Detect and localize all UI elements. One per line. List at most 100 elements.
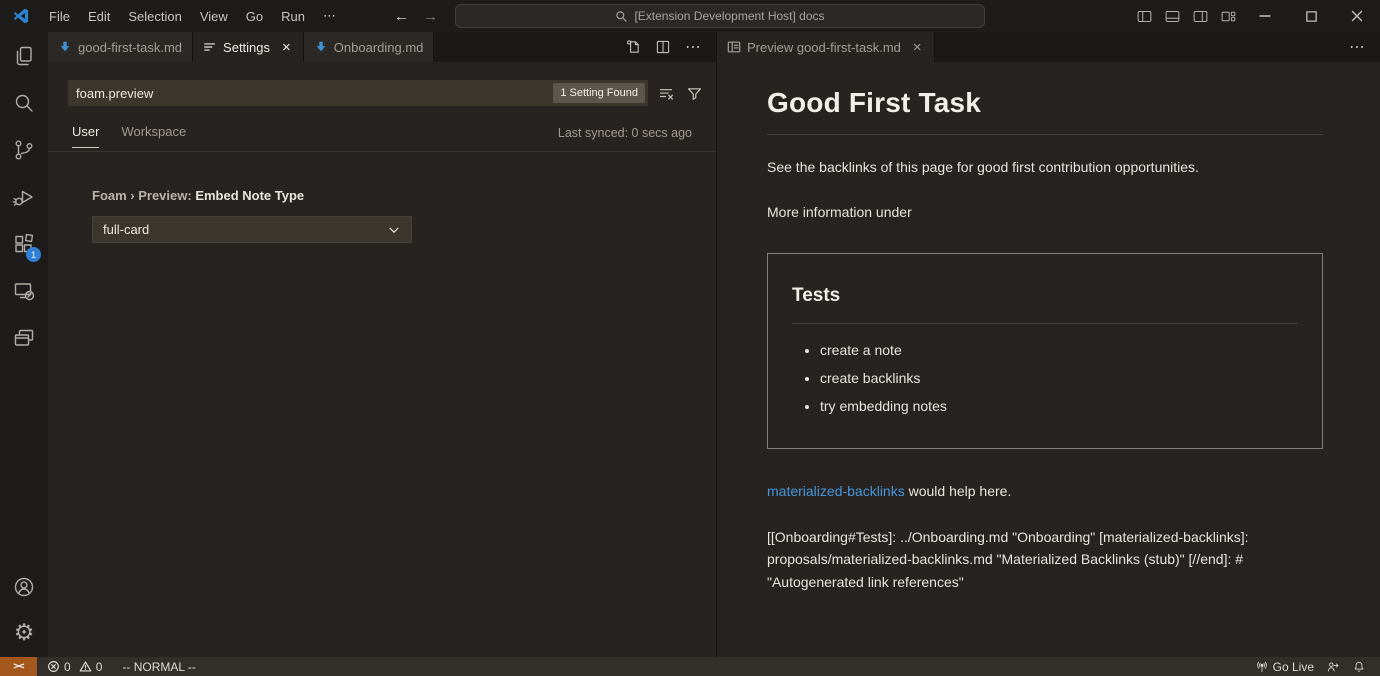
list-item: create backlinks <box>820 368 1298 389</box>
go-live-button[interactable]: Go Live <box>1249 657 1320 676</box>
menu-edit[interactable]: Edit <box>79 5 119 28</box>
backlink-paragraph: materialized-backlinks would help here. <box>767 481 1323 502</box>
tab-onboarding[interactable]: Onboarding.md <box>304 32 435 62</box>
materialized-backlinks-link[interactable]: materialized-backlinks <box>767 483 905 499</box>
vim-mode-label: -- NORMAL -- <box>122 660 196 674</box>
scope-tab-user[interactable]: User <box>72 124 99 148</box>
tab-bar-right: Preview good-first-task.md × ⋯ <box>717 32 1380 62</box>
title-divider <box>767 134 1323 135</box>
select-value: full-card <box>103 222 149 237</box>
toggle-panel-icon[interactable] <box>1158 0 1186 32</box>
preview-intro: See the backlinks of this page for good … <box>767 157 1323 178</box>
tab-label: Onboarding.md <box>334 40 424 55</box>
card-bullet-list: create a note create backlinks try embed… <box>792 340 1298 417</box>
minimize-button[interactable] <box>1242 0 1288 32</box>
error-icon <box>47 660 60 673</box>
vim-mode-indicator[interactable]: -- NORMAL -- <box>116 657 202 676</box>
tab-preview[interactable]: Preview good-first-task.md × <box>717 32 935 62</box>
scope-tab-workspace[interactable]: Workspace <box>121 124 186 147</box>
embed-note-type-select[interactable]: full-card <box>92 216 412 243</box>
list-item: try embedding notes <box>820 396 1298 417</box>
settings-search-input[interactable] <box>68 86 498 101</box>
setting-name: Embed Note Type <box>195 188 304 203</box>
activity-bar: 1 ⚙ <box>0 32 48 657</box>
more-actions-icon[interactable]: ⋯ <box>1349 37 1366 57</box>
source-control-icon[interactable] <box>0 126 48 173</box>
title-bar: File Edit Selection View Go Run ⋯ ← → [E… <box>0 0 1380 32</box>
go-live-label: Go Live <box>1273 660 1314 674</box>
tab-bar-left: good-first-task.md Settings × Onboarding… <box>48 32 716 62</box>
toggle-sidebar-icon[interactable] <box>1130 0 1158 32</box>
tab-good-first-task[interactable]: good-first-task.md <box>48 32 193 62</box>
split-editor-icon[interactable] <box>655 39 671 55</box>
editor-group-right: Preview good-first-task.md × ⋯ Good Firs… <box>716 32 1380 657</box>
list-item: create a note <box>820 340 1298 361</box>
error-count: 0 <box>64 660 71 674</box>
navigate-back-icon[interactable]: ← <box>394 8 409 25</box>
status-bar: >< 0 0 -- NORMAL -- Go Live <box>0 657 1380 676</box>
settings-scope-row: User Workspace Last synced: 0 secs ago <box>48 120 716 152</box>
last-synced-label: Last synced: 0 secs ago <box>558 126 692 146</box>
navigate-forward-icon[interactable]: → <box>423 8 438 25</box>
settings-count-badge: 1 Setting Found <box>553 83 645 103</box>
remote-indicator[interactable]: >< <box>0 657 37 676</box>
setting-category: Foam › Preview: <box>92 188 195 203</box>
close-tab-icon[interactable]: × <box>911 39 924 56</box>
search-icon <box>615 10 628 23</box>
extensions-badge: 1 <box>26 247 41 262</box>
problems-status[interactable]: 0 0 <box>41 657 108 676</box>
preview-more-info: More information under <box>767 202 1323 223</box>
menu-file[interactable]: File <box>40 5 79 28</box>
tab-settings[interactable]: Settings × <box>193 32 304 62</box>
editor-group-left: good-first-task.md Settings × Onboarding… <box>48 32 716 657</box>
menu-run[interactable]: Run <box>272 5 314 28</box>
command-center-search[interactable]: [Extension Development Host] docs <box>455 4 985 28</box>
remote-explorer-icon[interactable] <box>0 267 48 314</box>
setting-embed-note-type: Foam › Preview: Embed Note Type full-car… <box>92 188 716 243</box>
backlink-suffix: would help here. <box>905 483 1012 499</box>
close-button[interactable] <box>1334 0 1380 32</box>
maximize-button[interactable] <box>1288 0 1334 32</box>
markdown-file-icon <box>314 40 328 54</box>
live-share-button[interactable] <box>1320 657 1346 676</box>
live-share-icon <box>1326 660 1340 674</box>
menu-go[interactable]: Go <box>237 5 272 28</box>
menu-view[interactable]: View <box>191 5 237 28</box>
embedded-note-card: Tests create a note create backlinks try… <box>767 253 1323 449</box>
notifications-button[interactable] <box>1346 657 1372 676</box>
search-sidebar-icon[interactable] <box>0 79 48 126</box>
bell-icon <box>1352 660 1366 674</box>
settings-search-box[interactable]: 1 Setting Found <box>68 80 648 106</box>
settings-gear-icon[interactable]: ⚙ <box>0 610 48 657</box>
accounts-icon[interactable] <box>0 563 48 610</box>
markdown-preview: Good First Task See the backlinks of thi… <box>717 62 1380 657</box>
tab-label: Preview good-first-task.md <box>747 40 901 55</box>
explorer-icon[interactable] <box>0 32 48 79</box>
run-debug-icon[interactable] <box>0 173 48 220</box>
settings-editor: 1 Setting Found User Workspace Last sync… <box>48 62 716 657</box>
close-tab-icon[interactable]: × <box>280 39 293 56</box>
tab-label: Settings <box>223 40 270 55</box>
card-heading: Tests <box>792 282 1298 311</box>
filter-settings-icon[interactable] <box>684 83 704 103</box>
setting-label: Foam › Preview: Embed Note Type <box>92 188 716 203</box>
windows-stack-icon[interactable] <box>0 314 48 361</box>
tab-label: good-first-task.md <box>78 40 182 55</box>
vscode-logo-icon <box>12 7 30 25</box>
link-references-text: [[Onboarding#Tests]: ../Onboarding.md "O… <box>767 526 1323 595</box>
toggle-secondary-sidebar-icon[interactable] <box>1186 0 1214 32</box>
open-settings-json-icon[interactable] <box>625 39 641 55</box>
open-preview-icon <box>727 40 741 54</box>
broadcast-icon <box>1255 660 1269 674</box>
remote-icon: >< <box>13 661 23 672</box>
more-actions-icon[interactable]: ⋯ <box>685 37 702 57</box>
menu-selection[interactable]: Selection <box>119 5 190 28</box>
extensions-icon[interactable]: 1 <box>0 220 48 267</box>
preview-title: Good First Task <box>767 82 1323 124</box>
clear-settings-search-icon[interactable] <box>656 83 676 103</box>
command-center-label: [Extension Development Host] docs <box>634 9 824 23</box>
menu-overflow-icon[interactable]: ⋯ <box>314 4 345 28</box>
customize-layout-icon[interactable] <box>1214 0 1242 32</box>
chevron-down-icon <box>387 223 401 237</box>
vscode-window: File Edit Selection View Go Run ⋯ ← → [E… <box>0 0 1380 676</box>
